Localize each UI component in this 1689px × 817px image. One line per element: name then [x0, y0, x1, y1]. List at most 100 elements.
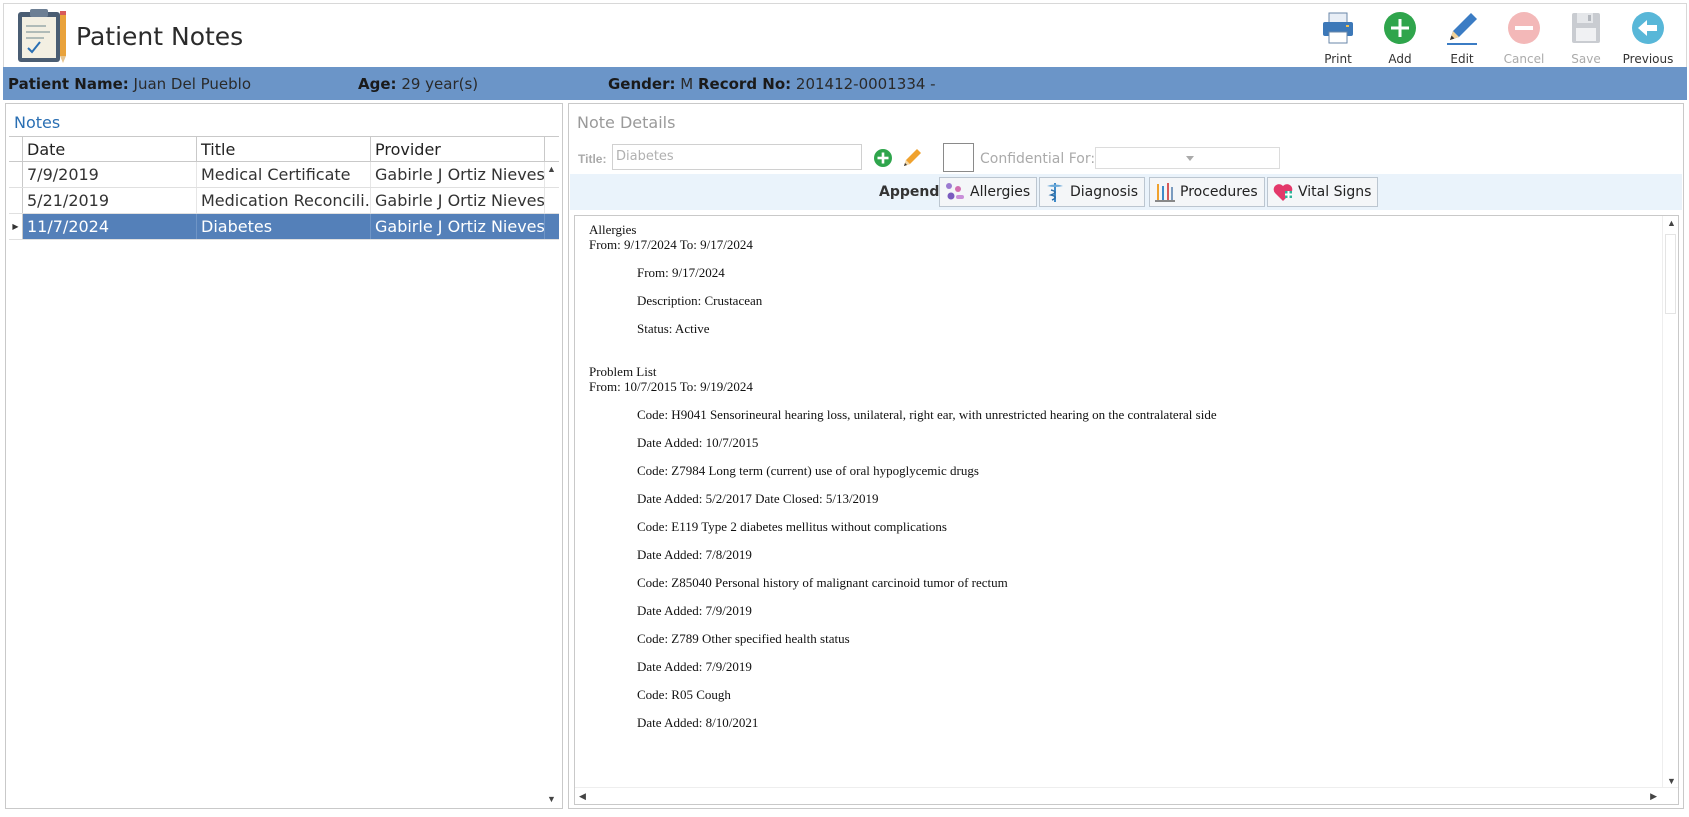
append-diagnosis-label: Diagnosis	[1070, 184, 1139, 200]
problem-code: Code: Z85040 Personal history of maligna…	[637, 575, 1008, 590]
notes-panel-title: Notes	[14, 113, 61, 132]
scroll-down-icon[interactable]: ▼	[547, 794, 556, 804]
append-label: Append:	[879, 184, 945, 200]
patient-info-bar: Patient Name: Juan Del Pueblo Age: 29 ye…	[3, 67, 1687, 100]
chevron-down-icon	[1186, 156, 1194, 161]
allergy-status: Status: Active	[637, 321, 710, 336]
cell-title: Medical Certificate	[197, 162, 371, 187]
problem-date: Date Added: 8/10/2021	[637, 715, 759, 730]
column-header-filler	[545, 137, 559, 161]
cell-title: Medication Reconcili...	[197, 188, 371, 213]
patient-name-label: Patient Name:	[8, 75, 129, 93]
cell-provider: Gabirle J Ortiz Nieves	[371, 214, 545, 239]
problem-list-range: From: 10/7/2015 To: 9/19/2024	[589, 379, 753, 394]
cell-date: 11/7/2024	[23, 214, 197, 239]
scroll-up-icon[interactable]: ▲	[1667, 218, 1676, 228]
page-title: Patient Notes	[76, 22, 244, 51]
scroll-down-icon[interactable]: ▼	[1667, 776, 1676, 786]
add-title-icon[interactable]	[873, 148, 893, 168]
problem-date: Date Added: 10/7/2015	[637, 435, 759, 450]
note-text-area[interactable]: Allergies From: 9/17/2024 To: 9/17/2024 …	[574, 215, 1679, 805]
notes-grid: Date Title Provider 7/9/2019 Medical Cer…	[9, 136, 559, 240]
pills-icon	[946, 183, 964, 200]
row-indicator	[9, 162, 23, 187]
patient-age: Age: 29 year(s)	[358, 75, 478, 93]
patient-gender-label: Gender:	[608, 75, 676, 93]
printer-icon	[1323, 12, 1353, 44]
allergy-description: Description: Crustacean	[637, 293, 763, 308]
allergies-range: From: 9/17/2024 To: 9/17/2024	[589, 237, 753, 252]
problem-code: Code: Z7984 Long term (current) use of o…	[637, 463, 979, 478]
cell-date: 7/9/2019	[23, 162, 197, 187]
cancel-button[interactable]: Cancel	[1494, 6, 1554, 66]
patient-record: Record No: 201412-0001334 -	[698, 75, 936, 93]
edit-button[interactable]: Edit	[1432, 6, 1492, 66]
caduceus-icon	[1047, 183, 1063, 202]
scroll-left-icon[interactable]: ◀	[579, 791, 586, 802]
problem-date: Date Added: 7/9/2019	[637, 603, 752, 618]
append-diagnosis-button[interactable]: Diagnosis	[1039, 177, 1146, 207]
note-horizontal-scrollbar[interactable]: ◀ ▶	[575, 787, 1678, 804]
edit-title-icon[interactable]	[901, 147, 923, 169]
confidential-checkbox[interactable]	[943, 143, 974, 172]
column-header-title[interactable]: Title	[197, 137, 371, 161]
patient-age-label: Age:	[358, 75, 397, 93]
scroll-right-icon[interactable]: ▶	[1650, 791, 1657, 802]
plus-circle-icon	[1384, 12, 1416, 44]
save-button[interactable]: Save	[1556, 6, 1616, 66]
append-procedures-button[interactable]: Procedures	[1149, 177, 1265, 207]
previous-button[interactable]: Previous	[1618, 6, 1678, 66]
floppy-disk-icon	[1572, 13, 1600, 43]
cell-provider: Gabirle J Ortiz Nieves	[371, 188, 545, 213]
table-row-selected[interactable]: ▶ 11/7/2024 Diabetes Gabirle J Ortiz Nie…	[9, 214, 559, 240]
row-indicator	[9, 188, 23, 213]
patient-name-value: Juan Del Pueblo	[133, 75, 252, 93]
scroll-up-icon[interactable]: ▲	[547, 164, 556, 174]
patient-record-label: Record No:	[698, 75, 792, 93]
patient-name: Patient Name: Juan Del Pueblo	[8, 75, 251, 93]
problem-date: Date Added: 7/9/2019	[637, 659, 752, 674]
allergy-from: From: 9/17/2024	[637, 265, 725, 280]
column-header-provider[interactable]: Provider	[371, 137, 545, 161]
title-label: Title:	[578, 152, 607, 166]
print-button[interactable]: Print	[1308, 6, 1368, 66]
edit-label: Edit	[1450, 52, 1474, 66]
confidential-select[interactable]	[1095, 147, 1280, 169]
append-vital-signs-button[interactable]: Vital Signs	[1267, 177, 1379, 207]
patient-gender: Gender: M	[608, 75, 693, 93]
problem-code: Code: Z789 Other specified health status	[637, 631, 850, 646]
append-allergies-button[interactable]: Allergies	[939, 177, 1038, 207]
add-button[interactable]: Add	[1370, 6, 1430, 66]
column-header-date[interactable]: Date	[23, 137, 197, 161]
append-procedures-label: Procedures	[1180, 184, 1258, 200]
append-vital-signs-label: Vital Signs	[1298, 184, 1372, 200]
print-label: Print	[1324, 52, 1352, 66]
cell-date: 5/21/2019	[23, 188, 197, 213]
note-details-panel: Note Details Title: Diabetes Confidentia…	[568, 103, 1684, 809]
confidential-label: Confidential For:	[980, 151, 1096, 167]
grid-scrollbar[interactable]: ▲ ▼	[544, 162, 558, 806]
clipboard-icon	[18, 9, 66, 63]
heart-pulse-icon	[1273, 184, 1293, 201]
note-text-content: Allergies From: 9/17/2024 To: 9/17/2024 …	[589, 222, 1659, 730]
cell-title: Diabetes	[197, 214, 371, 239]
medical-tools-icon	[1155, 183, 1175, 202]
table-row[interactable]: 5/21/2019 Medication Reconcili... Gabirl…	[9, 188, 559, 214]
minus-circle-icon	[1508, 12, 1540, 44]
app-header: Patient Notes Print Add Edit Cancel Save…	[3, 3, 1687, 67]
problem-list-heading: Problem List	[589, 364, 657, 379]
problem-code: Code: R05 Cough	[637, 687, 731, 702]
back-arrow-icon	[1632, 12, 1664, 44]
grid-header: Date Title Provider	[9, 136, 559, 162]
toolbar: Print Add Edit Cancel Save Previous	[1306, 6, 1678, 66]
row-indicator: ▶	[9, 214, 23, 239]
row-header-corner	[9, 137, 23, 161]
pencil-icon	[1447, 13, 1477, 45]
save-label: Save	[1571, 52, 1601, 66]
note-vertical-scrollbar[interactable]: ▲ ▼	[1662, 216, 1678, 788]
problem-code: Code: E119 Type 2 diabetes mellitus with…	[637, 519, 947, 534]
table-row[interactable]: 7/9/2019 Medical Certificate Gabirle J O…	[9, 162, 559, 188]
allergies-heading: Allergies	[589, 222, 637, 237]
scrollbar-thumb[interactable]	[1665, 234, 1676, 314]
title-field[interactable]: Diabetes	[612, 144, 862, 170]
